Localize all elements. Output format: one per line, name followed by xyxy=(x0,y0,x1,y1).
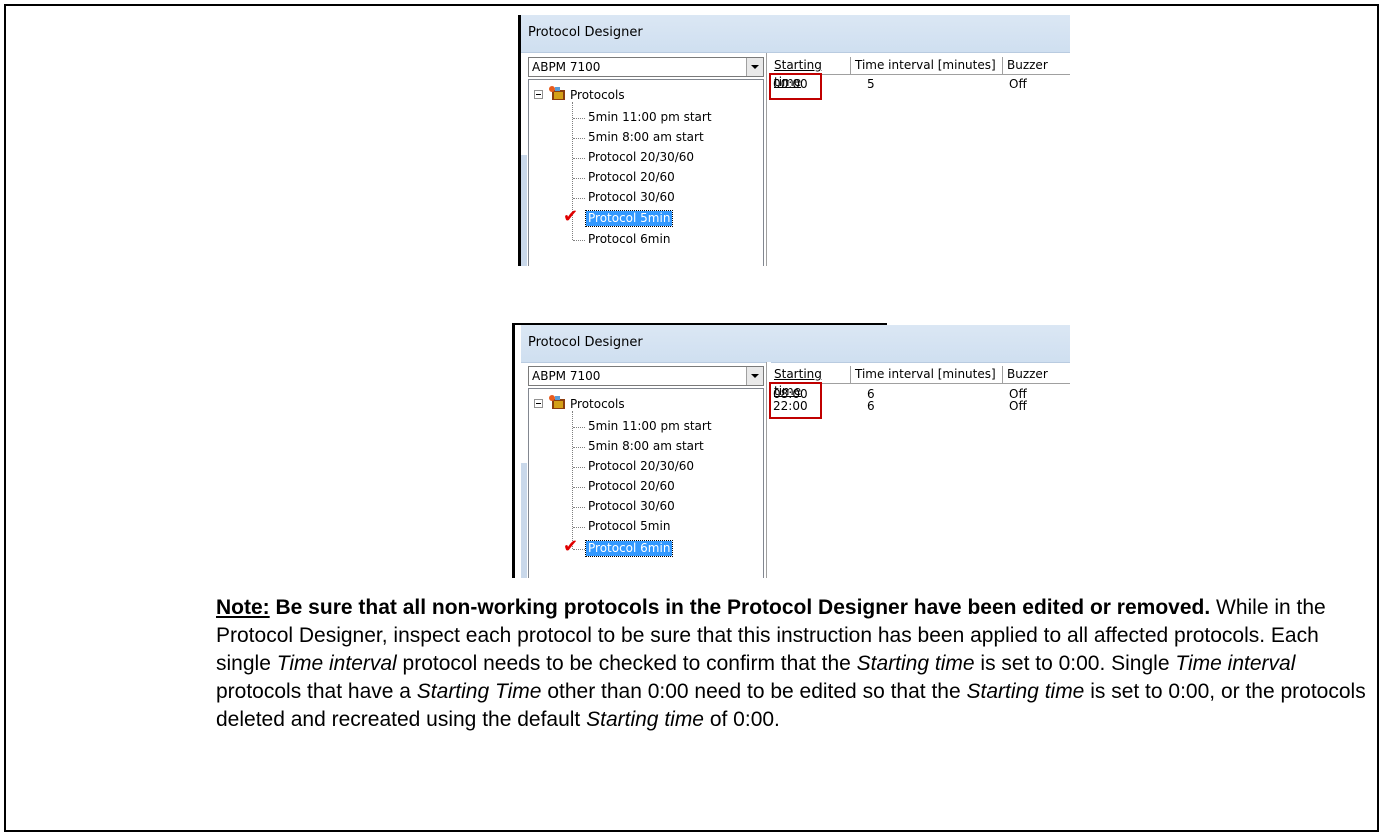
collapse-icon[interactable] xyxy=(534,399,543,408)
collapse-icon[interactable] xyxy=(534,90,543,99)
window-left-border xyxy=(512,323,515,578)
note-text: other than 0:00 need to be edited so tha… xyxy=(541,680,967,703)
tree-item-selected[interactable]: Protocol 6min xyxy=(584,540,674,557)
dropdown-arrow-icon[interactable] xyxy=(746,58,763,76)
device-select[interactable]: ABPM 7100 xyxy=(528,366,764,386)
cell-buzzer[interactable]: Off xyxy=(1009,400,1027,413)
tree-root-label[interactable]: Protocols xyxy=(570,397,625,412)
window-title: Protocol Designer xyxy=(528,25,643,40)
checkmark-icon: ✔ xyxy=(563,536,579,557)
term-starting-time: Starting time xyxy=(966,680,1085,703)
side-strip xyxy=(521,463,527,578)
tree-item[interactable]: Protocol 6min xyxy=(588,232,670,247)
note-text: protocol needs to be checked to confirm … xyxy=(396,652,857,675)
tree-item[interactable]: Protocol 20/30/60 xyxy=(588,459,694,474)
window-title: Protocol Designer xyxy=(528,335,643,350)
window-titlebar: Protocol Designer xyxy=(521,325,1070,363)
tree-item[interactable]: Protocol 20/60 xyxy=(588,479,675,494)
column-header-buzzer[interactable]: Buzzer xyxy=(1003,57,1070,75)
window-titlebar: Protocol Designer xyxy=(521,15,1070,53)
tree-item[interactable]: Protocol 30/60 xyxy=(588,190,675,205)
tree-item[interactable]: 5min 8:00 am start xyxy=(588,439,704,454)
protocol-designer-window-1: Protocol Designer ABPM 7100 Protocols 5m… xyxy=(518,15,1070,266)
note-paragraph: Note: Be sure that all non-working proto… xyxy=(216,594,1366,734)
tree-item[interactable]: 5min 11:00 pm start xyxy=(588,419,712,434)
highlight-box xyxy=(769,382,822,419)
tree-item[interactable]: Protocol 20/60 xyxy=(588,170,675,185)
tree-item[interactable]: Protocol 5min xyxy=(588,519,670,534)
term-time-interval: Time interval xyxy=(276,652,397,675)
note-label: Note: xyxy=(216,596,270,619)
term-starting-time: Starting Time xyxy=(416,680,542,703)
column-header-time-interval[interactable]: Time interval [minutes] xyxy=(851,366,1003,384)
tree-root-label[interactable]: Protocols xyxy=(570,88,625,103)
protocol-grid: Starting time Time interval [minutes] Bu… xyxy=(769,57,1070,266)
protocol-tree: Protocols 5min 11:00 pm start 5min 8:00 … xyxy=(528,79,764,266)
highlight-box xyxy=(769,73,822,100)
tree-item-selected[interactable]: Protocol 5min xyxy=(584,210,674,227)
device-select-value: ABPM 7100 xyxy=(532,369,601,383)
device-select[interactable]: ABPM 7100 xyxy=(528,57,764,77)
protocol-grid: Starting time Time interval [minutes] Bu… xyxy=(769,366,1070,578)
tree-item[interactable]: Protocol 30/60 xyxy=(588,499,675,514)
note-text: protocols that have a xyxy=(216,680,417,703)
dropdown-arrow-icon[interactable] xyxy=(746,367,763,385)
term-time-interval: Time interval xyxy=(1175,652,1296,675)
protocol-designer-window-2: Protocol Designer ABPM 7100 Protocols 5m… xyxy=(512,323,1070,578)
tree-item[interactable]: Protocol 20/30/60 xyxy=(588,150,694,165)
protocols-folder-icon xyxy=(549,395,566,410)
checkmark-icon: ✔ xyxy=(563,206,579,227)
term-starting-time: Starting time xyxy=(856,652,975,675)
protocols-folder-icon xyxy=(549,86,566,101)
term-starting-time: Starting time xyxy=(586,708,704,731)
note-bold-text: Be sure that all non-working protocols i… xyxy=(269,596,1211,619)
side-strip xyxy=(521,155,527,266)
tree-item[interactable]: 5min 8:00 am start xyxy=(588,130,704,145)
device-select-value: ABPM 7100 xyxy=(532,60,601,74)
cell-time-interval[interactable]: 6 xyxy=(867,400,875,413)
protocol-tree: Protocols 5min 11:00 pm start 5min 8:00 … xyxy=(528,388,764,578)
tree-item[interactable]: 5min 11:00 pm start xyxy=(588,110,712,125)
cell-buzzer[interactable]: Off xyxy=(1009,78,1027,91)
column-header-buzzer[interactable]: Buzzer xyxy=(1003,366,1070,384)
note-text: is set to 0:00. Single xyxy=(974,652,1176,675)
note-text: of 0:00. xyxy=(704,708,780,731)
column-header-time-interval[interactable]: Time interval [minutes] xyxy=(851,57,1003,75)
cell-time-interval[interactable]: 5 xyxy=(867,78,875,91)
